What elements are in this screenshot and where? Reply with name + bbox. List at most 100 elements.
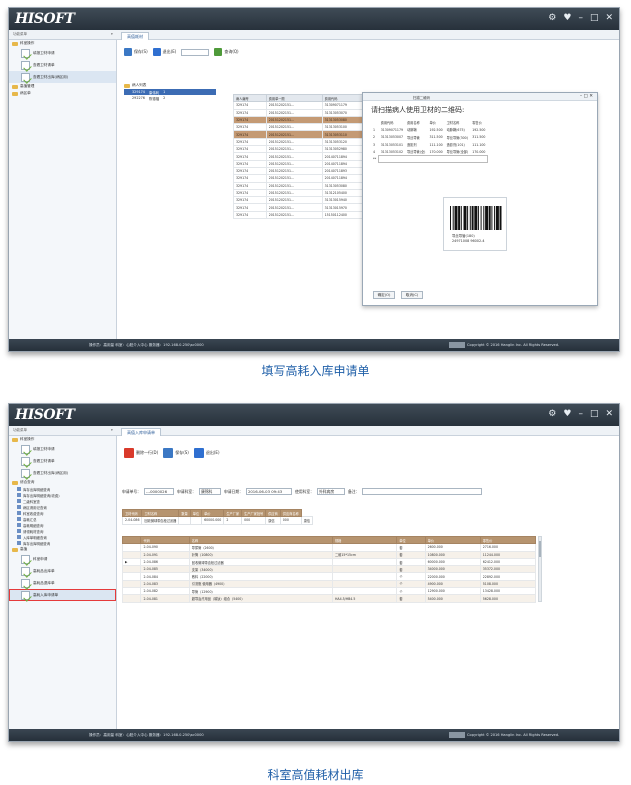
- tree-group-high-value[interactable]: 高值管理: [9, 83, 116, 90]
- tree-group-high-value[interactable]: 高值: [9, 546, 116, 553]
- table-row[interactable]: ▶ 2-04-086 回收微球带血栓过滤器 套 60000.000 62412.000: [121, 557, 537, 567]
- table-row[interactable]: 2-04-082 导管（12900） 个 12900.000 13428.000: [121, 587, 537, 596]
- favorite-icon[interactable]: ♥: [563, 409, 571, 419]
- table-row[interactable]: 329174 20151202151... 31312105400: [233, 188, 374, 198]
- table-row[interactable]: 329174 20151202151... 31309071179: [233, 101, 374, 110]
- minimize-icon[interactable]: –: [578, 409, 583, 419]
- table-row[interactable]: 2-04-083 引流瓶 使用器（4900） 个 4900.000 5108.000: [121, 579, 537, 589]
- tab-high-value-consumables[interactable]: 高值耗材: [121, 32, 149, 40]
- close-icon[interactable]: ✕: [605, 409, 613, 419]
- table-row[interactable]: 329174 20151202151... 31313053070: [233, 108, 374, 117]
- sidebar-item-dept-request[interactable]: 科室申请: [9, 553, 116, 565]
- tree-group-query[interactable]: 综合查询: [9, 479, 116, 486]
- column-header[interactable]: 单位: [189, 508, 203, 518]
- selected-item-row[interactable]: 2-04-086 回收微球带血栓过滤器 60000.000 2 000 康信 000 康信: [121, 516, 314, 525]
- column-header[interactable]: 单位: [396, 535, 426, 545]
- confirm-button[interactable]: 确定(O): [373, 291, 395, 299]
- save-button[interactable]: 保存(S): [124, 48, 148, 56]
- remark-field[interactable]: [362, 488, 483, 495]
- table-row[interactable]: 329174 20151202151... 31313053100: [233, 123, 374, 132]
- table-row[interactable]: 329174 20151202151... 20140711893: [233, 166, 374, 176]
- tree-group-dept-ops[interactable]: 科室操作: [9, 436, 116, 443]
- table-row[interactable]: 2-04-091 针筒（10800） 二维15*15cm 套 10800.000 1124…: [121, 550, 537, 559]
- column-header[interactable]: [371, 119, 379, 126]
- column-header[interactable]: 卫材代码: [121, 508, 143, 518]
- table-row[interactable]: 329174 20151202151... 31313015940: [233, 196, 374, 205]
- column-header[interactable]: 费用代码: [379, 119, 405, 126]
- column-header[interactable]: 单价: [424, 535, 481, 545]
- scrollbar-thumb[interactable]: [539, 541, 541, 557]
- exit-button[interactable]: 退出(E): [193, 448, 220, 458]
- delete-row-button[interactable]: 删除一行(D): [124, 448, 158, 458]
- sidebar-item-inbound-request[interactable]: 高耗入库申请单: [9, 589, 116, 601]
- sidebar-item-fill-request[interactable]: 填报卫材申请: [9, 47, 116, 59]
- table-row[interactable]: 329174 20151202151... 31313053080: [233, 181, 374, 190]
- column-header[interactable]: 病人编号: [233, 93, 267, 103]
- settings-icon[interactable]: ⚙: [548, 409, 556, 419]
- table-row[interactable]: 2-04-084 敷料（22000） 个 22000.000 22892.000: [121, 572, 537, 581]
- column-header[interactable]: 零售价: [479, 535, 537, 545]
- tree-group-ward[interactable]: 病区单: [9, 90, 116, 97]
- table-row[interactable]: 329174 20151202151... 20140711894: [233, 174, 374, 183]
- table-row[interactable]: 2 31313053007 导丝导管 311.500 导丝导管(300) 311.500: [371, 134, 487, 141]
- column-header[interactable]: 单价: [201, 508, 225, 518]
- table-row[interactable]: 329174 20151202151... 20140711894: [233, 152, 374, 161]
- column-header[interactable]: 卫材名称: [141, 508, 180, 518]
- table-row[interactable]: 2-04-081 超导治疗用品（碳钛）组合（5400） HA4.5/HB4.5 套 54…: [121, 594, 537, 603]
- favorite-icon[interactable]: ♥: [563, 13, 571, 23]
- table-row[interactable]: 2-04-090 导尿管（2600） 套 2600.000 2716.000: [121, 543, 537, 552]
- table-row[interactable]: 329174 20151202151... 31313053080: [233, 115, 374, 125]
- column-header[interactable]: 单价: [427, 119, 444, 126]
- sidebar-item-view-outbound[interactable]: 查看卫材出库(病区用): [9, 467, 116, 479]
- column-header[interactable]: 零售价: [470, 119, 487, 126]
- column-header[interactable]: 代码: [140, 535, 190, 545]
- maximize-icon[interactable]: □: [590, 13, 599, 23]
- sidebar-item-fill-request[interactable]: 填报卫材申请: [9, 443, 116, 455]
- query-button[interactable]: 查询(Q): [214, 48, 239, 56]
- exit-button[interactable]: 退出(E): [152, 48, 176, 56]
- minimize-icon[interactable]: –: [578, 13, 583, 23]
- column-header[interactable]: 生产厂家: [223, 508, 243, 518]
- patient-row[interactable]: 292276 陈德福 2: [124, 95, 216, 101]
- sidebar-item-return-order[interactable]: 高耗品退库单: [9, 577, 116, 589]
- order-number-field[interactable]: ---0000026: [143, 488, 174, 495]
- table-row[interactable]: 2-04-085 支架（34000） 套 34000.000 35372.000: [121, 565, 537, 574]
- table-row[interactable]: 1 31309071179 动脉鞘 192.500 动脉鞘(675) 192.500: [371, 126, 487, 133]
- sidebar-item-view-request[interactable]: 查看卫材请单: [9, 59, 116, 71]
- table-row[interactable]: 329174 20151202151... 15150112400: [233, 210, 374, 220]
- applicant-field[interactable]: 康锦科: [198, 488, 221, 495]
- column-header[interactable]: 供应商名称: [279, 508, 302, 518]
- sidebar-item-view-request[interactable]: 查看卫材请单: [9, 455, 116, 467]
- column-header[interactable]: 名称: [188, 535, 334, 545]
- close-icon[interactable]: ✕: [605, 13, 613, 23]
- vertical-scrollbar[interactable]: [538, 536, 542, 602]
- table-row[interactable]: 329174 20151202151... 31313052980: [233, 145, 374, 154]
- table-row[interactable]: 329174 20151202151... 31313053110: [233, 130, 374, 139]
- dialog-close-icon[interactable]: – □ ✕: [580, 94, 593, 99]
- sidebar-item-view-outbound[interactable]: 查看卫材出库(病区用): [9, 71, 116, 83]
- column-header[interactable]: 供应商: [265, 508, 281, 518]
- table-row[interactable]: 329174 20151202151... 20140711894: [233, 159, 374, 168]
- column-header[interactable]: [121, 535, 142, 545]
- column-header[interactable]: 费用名称: [405, 119, 427, 126]
- tab-inbound-request[interactable]: 高值入库申请单: [121, 428, 161, 436]
- settings-icon[interactable]: ⚙: [548, 13, 556, 23]
- search-input[interactable]: [181, 48, 210, 56]
- column-header[interactable]: 生产厂家批号: [241, 508, 267, 518]
- table-row[interactable]: 3 31313053101 造影剂 111.100 造影剂(101) 111.100: [371, 141, 487, 148]
- sidebar-item-outbound-order[interactable]: 高耗品出库单: [9, 565, 116, 577]
- pin-icon[interactable]: ▾: [111, 428, 113, 432]
- patient-list-header[interactable]: 病人列表: [124, 82, 216, 89]
- maximize-icon[interactable]: □: [590, 409, 599, 419]
- user-dept-field[interactable]: 外科病房: [316, 488, 345, 495]
- column-header[interactable]: 规格: [331, 535, 398, 545]
- pin-icon[interactable]: ▾: [111, 32, 113, 36]
- tree-group-dept-ops[interactable]: 科室操作: [9, 40, 116, 47]
- cancel-button[interactable]: 取消(C): [401, 291, 423, 299]
- table-row[interactable]: 4 31313053102 导丝导管(全) 170.000 导丝导管(全部) 170.00…: [371, 148, 487, 155]
- new-row[interactable]: **: [371, 154, 488, 164]
- table-row[interactable]: 329174 20151202151... 31313053120: [233, 137, 374, 147]
- column-header[interactable]: 卫材名称: [445, 119, 471, 126]
- column-header[interactable]: 费用单一顾: [265, 93, 323, 103]
- table-row[interactable]: 329174 20151202151... 31313015970: [233, 203, 374, 212]
